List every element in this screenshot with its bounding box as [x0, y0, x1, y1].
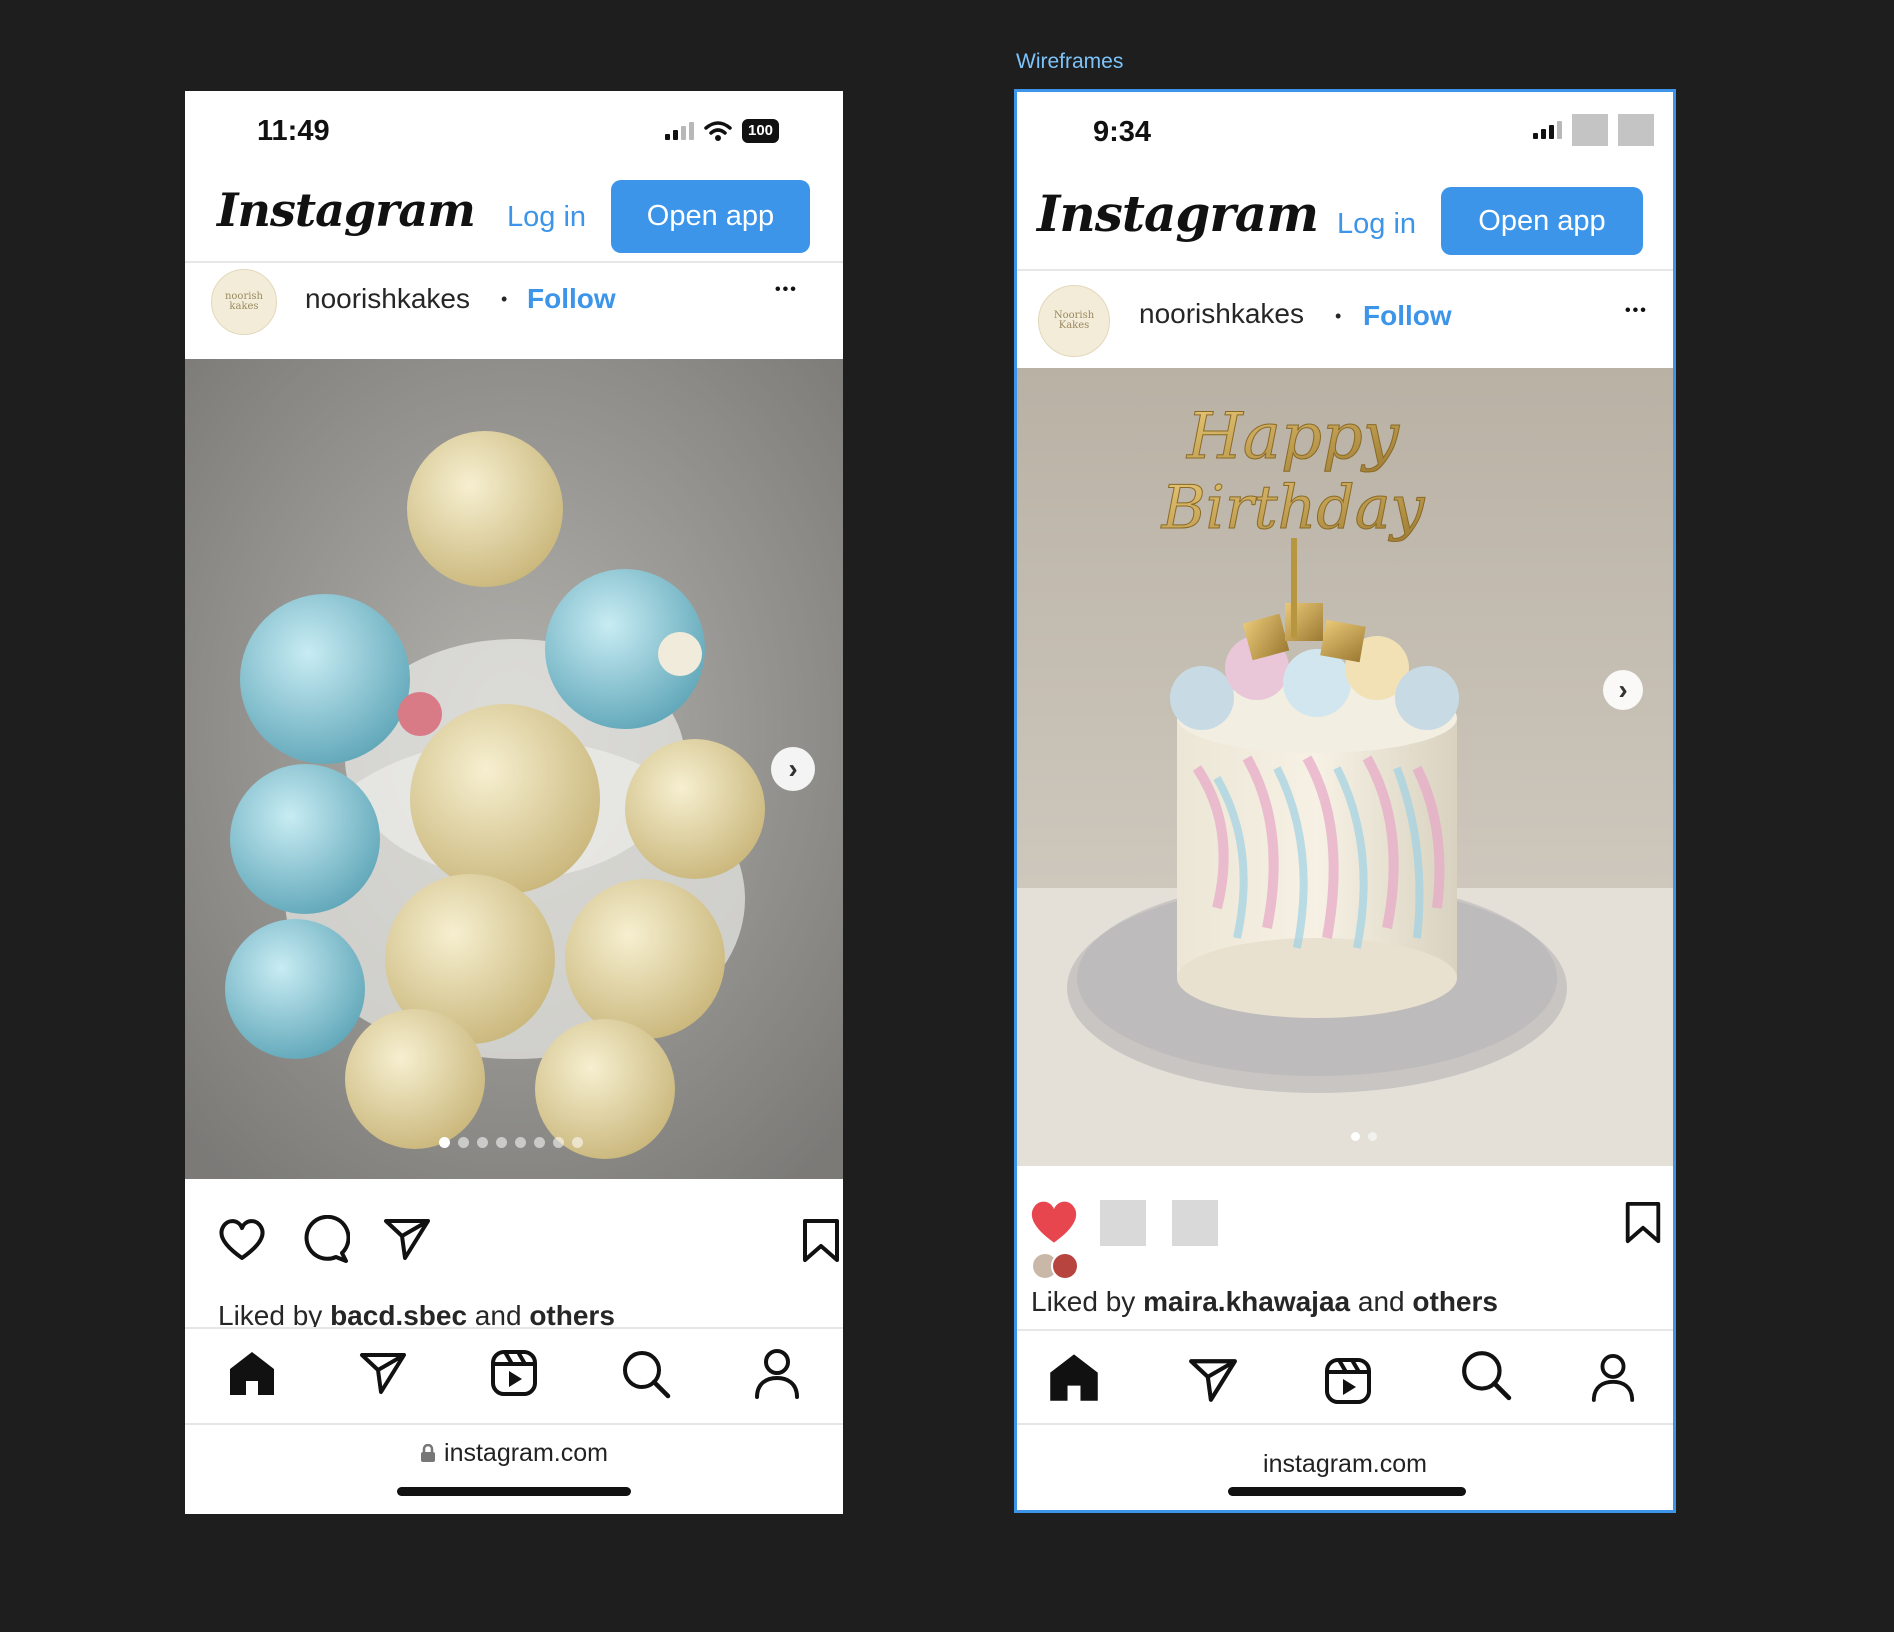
instagram-logo: Instagram	[1037, 184, 1319, 243]
liked-by-user[interactable]: maira.khawajaa	[1143, 1286, 1350, 1317]
profile-icon[interactable]	[753, 1347, 801, 1399]
open-app-button[interactable]: Open app	[1441, 187, 1643, 255]
carousel-dots	[439, 1137, 583, 1148]
url-text: instagram.com	[444, 1439, 608, 1467]
heart-icon[interactable]	[1027, 1196, 1081, 1246]
status-icons	[1533, 114, 1654, 146]
url-bar[interactable]: instagram.com	[185, 1439, 843, 1468]
divider	[185, 261, 843, 263]
profile-icon[interactable]	[1590, 1351, 1636, 1403]
svg-text:Happy: Happy	[1186, 400, 1400, 474]
open-app-button[interactable]: Open app	[611, 180, 810, 253]
frame-label: Wireframes	[1016, 50, 1124, 73]
bookmark-icon[interactable]	[1622, 1201, 1664, 1245]
more-options-icon[interactable]: •••	[1625, 302, 1648, 320]
status-time: 9:34	[1093, 116, 1152, 148]
login-link[interactable]: Log in	[507, 201, 586, 234]
share-icon[interactable]	[383, 1217, 431, 1261]
follow-button[interactable]: Follow	[527, 283, 616, 315]
share-placeholder-icon[interactable]	[1172, 1200, 1218, 1246]
login-link[interactable]: Log in	[1337, 208, 1416, 241]
home-indicator	[397, 1487, 631, 1496]
search-icon[interactable]	[621, 1349, 671, 1399]
comment-placeholder-icon[interactable]	[1100, 1200, 1146, 1246]
signal-icon	[1533, 121, 1562, 139]
svg-text:Birthday: Birthday	[1161, 473, 1426, 543]
home-icon[interactable]	[1047, 1351, 1101, 1403]
avatar	[1051, 1252, 1079, 1280]
cupcake-tower-image	[185, 359, 843, 1179]
battery-placeholder-icon	[1618, 114, 1654, 146]
post-image[interactable]: ›	[185, 359, 843, 1179]
signal-icon	[665, 122, 694, 140]
direct-icon[interactable]	[359, 1351, 407, 1395]
separator: •	[501, 289, 508, 309]
instagram-logo: Instagram	[217, 183, 476, 237]
post-image[interactable]: Happy Birthday ›	[1017, 368, 1673, 1166]
liked-avatars	[1031, 1252, 1079, 1280]
chevron-right-icon[interactable]: ›	[771, 747, 815, 791]
separator: •	[1335, 306, 1342, 326]
liked-others[interactable]: others	[1412, 1286, 1498, 1317]
post-username[interactable]: noorishkakes	[1139, 298, 1304, 330]
phone-wireframe: 9:34 Instagram Log in Open app Noorish K…	[1014, 89, 1676, 1513]
wifi-icon	[704, 121, 732, 141]
divider	[1017, 269, 1673, 271]
avatar[interactable]: Noorish Kakes	[1038, 285, 1110, 357]
avatar[interactable]: noorish kakes	[211, 269, 277, 335]
home-icon[interactable]	[227, 1349, 277, 1397]
home-indicator	[1228, 1487, 1466, 1496]
search-icon[interactable]	[1460, 1349, 1512, 1401]
bottom-nav	[185, 1327, 843, 1425]
lock-icon	[421, 1443, 436, 1462]
battery-indicator: 100	[742, 119, 780, 143]
bookmark-icon[interactable]	[801, 1218, 841, 1264]
heart-icon[interactable]	[217, 1216, 267, 1262]
status-time: 11:49	[257, 115, 330, 147]
follow-button[interactable]: Follow	[1363, 300, 1452, 332]
comment-icon[interactable]	[300, 1215, 350, 1265]
phone-screenshot: 11:49 100 Instagram Log in Open app noor…	[185, 91, 843, 1514]
status-icons: 100	[665, 119, 780, 143]
url-text: instagram.com	[1263, 1450, 1427, 1478]
chevron-right-icon[interactable]: ›	[1603, 670, 1643, 710]
bottom-nav	[1017, 1329, 1673, 1425]
direct-icon[interactable]	[1188, 1357, 1238, 1403]
post-username[interactable]: noorishkakes	[305, 283, 470, 315]
birthday-cake-image: Happy Birthday	[1017, 368, 1673, 1166]
url-bar[interactable]: instagram.com	[1017, 1450, 1673, 1479]
carousel-dots	[1351, 1132, 1377, 1141]
wifi-placeholder-icon	[1572, 114, 1608, 146]
reels-icon[interactable]	[1324, 1357, 1372, 1405]
more-options-icon[interactable]: •••	[775, 281, 798, 299]
reels-icon[interactable]	[490, 1349, 538, 1397]
liked-by-text: Liked by maira.khawajaa and others	[1031, 1286, 1498, 1317]
